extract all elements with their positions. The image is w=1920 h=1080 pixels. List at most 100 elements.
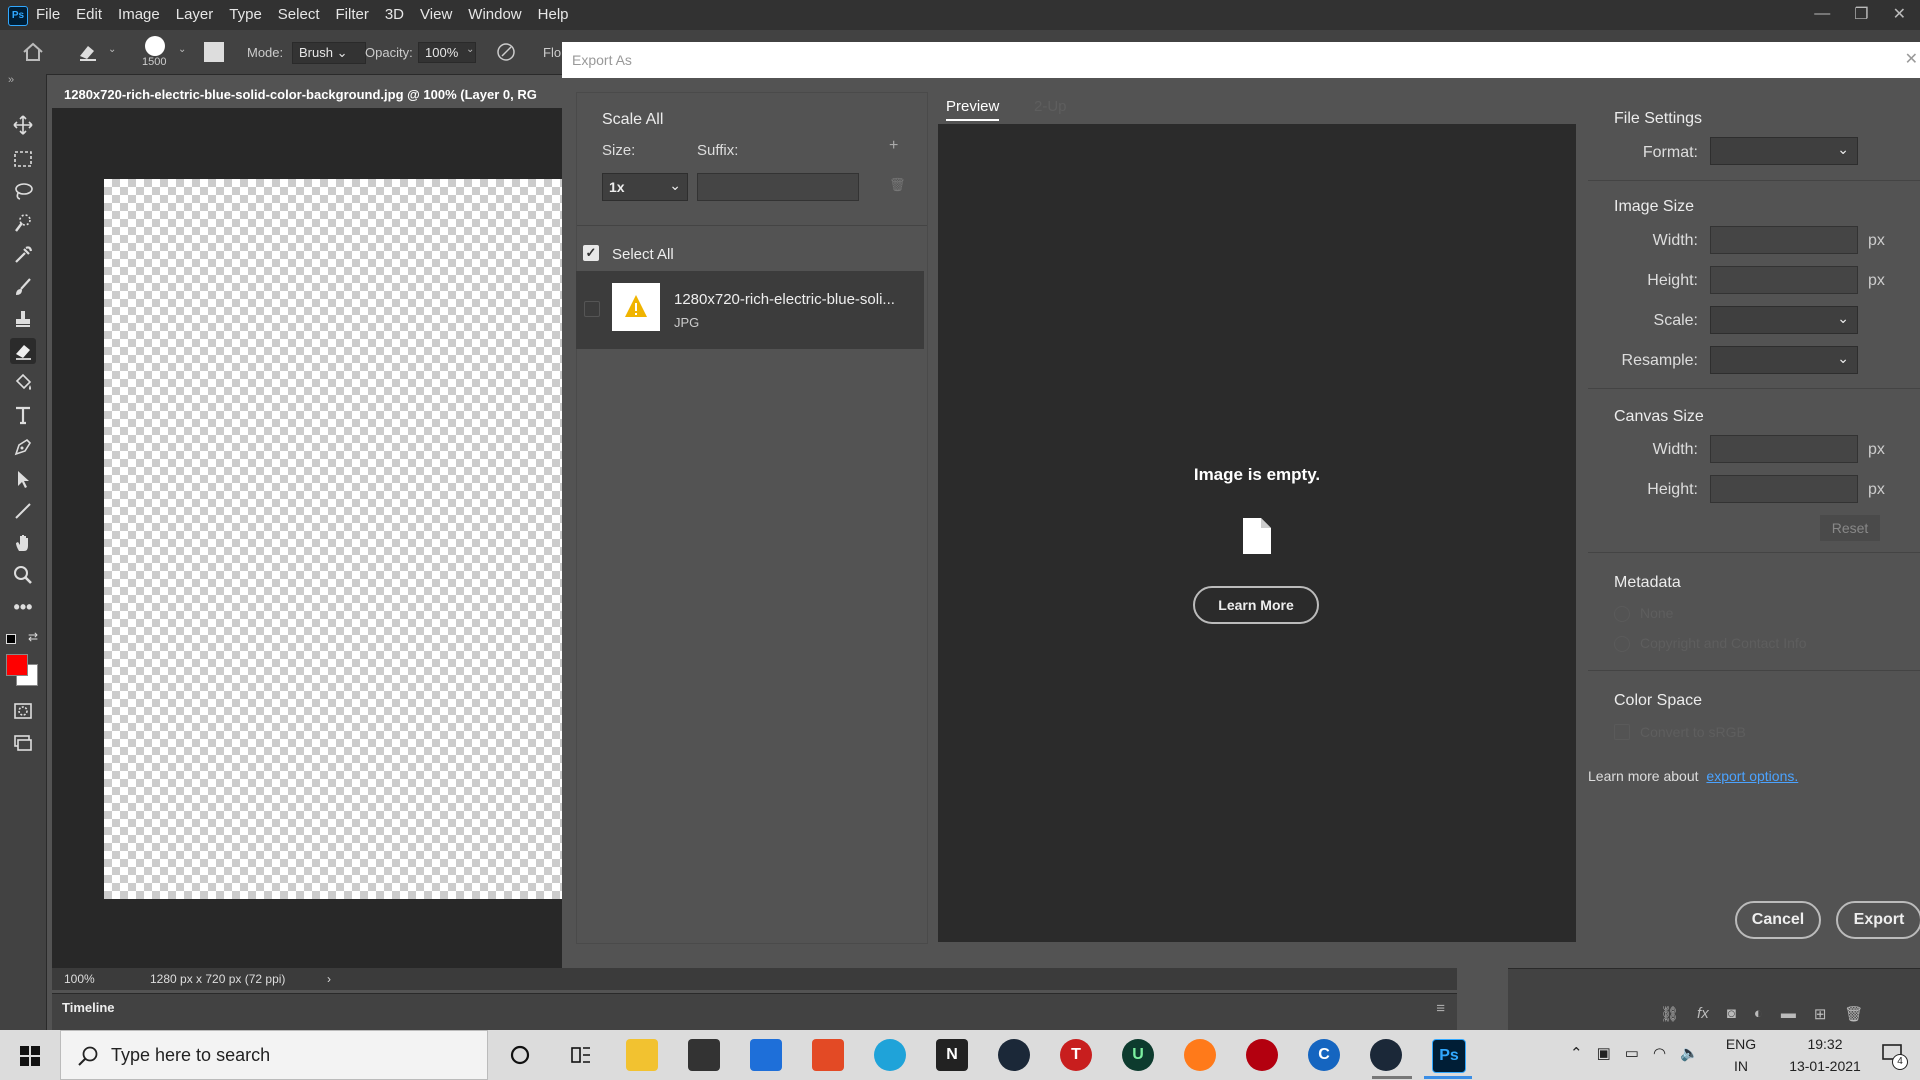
menu-window[interactable]: Window — [468, 0, 521, 30]
paint-bucket-tool-icon[interactable] — [10, 370, 36, 396]
suffix-input[interactable] — [697, 173, 859, 201]
cortana-icon[interactable] — [504, 1039, 536, 1071]
menu-3d[interactable]: 3D — [385, 0, 404, 30]
format-dropdown[interactable]: ⌄ — [1710, 137, 1858, 165]
eraser-tool-icon[interactable] — [10, 338, 36, 364]
select-all-checkbox[interactable]: ✓ — [583, 245, 599, 261]
brush-preview-icon[interactable] — [145, 36, 165, 56]
add-scale-icon[interactable]: + — [889, 137, 898, 155]
default-colors-icon[interactable] — [6, 634, 16, 644]
upwork-icon[interactable]: U — [1122, 1039, 1154, 1071]
foreground-color-swatch[interactable] — [6, 654, 28, 676]
pen-tool-icon[interactable] — [10, 434, 36, 460]
app-t-icon[interactable]: T — [1060, 1039, 1092, 1071]
menu-layer[interactable]: Layer — [176, 0, 214, 30]
firefox-icon[interactable] — [1184, 1039, 1216, 1071]
quick-mask-icon[interactable] — [10, 698, 36, 724]
metadata-none-radio[interactable] — [1614, 606, 1630, 622]
taskbar-search-box[interactable]: Type here to search — [60, 1030, 488, 1080]
menu-help[interactable]: Help — [538, 0, 569, 30]
chevron-right-icon[interactable]: › — [327, 968, 331, 990]
width-input[interactable] — [1710, 226, 1858, 254]
tab-preview[interactable]: Preview — [946, 98, 1000, 121]
clock[interactable]: 19:32 13-01-2021 — [1770, 1036, 1880, 1074]
trash-icon[interactable]: 🗑 — [889, 177, 906, 193]
restore-icon[interactable]: ❐ — [1854, 4, 1868, 24]
zoom-tool-icon[interactable] — [10, 562, 36, 588]
transparent-canvas[interactable] — [104, 179, 564, 899]
type-tool-icon[interactable] — [10, 402, 36, 428]
stamp-tool-icon[interactable] — [10, 306, 36, 332]
steam-icon[interactable] — [998, 1039, 1030, 1071]
office-icon[interactable] — [812, 1039, 844, 1071]
lasso-tool-icon[interactable] — [10, 178, 36, 204]
chevron-down-icon[interactable]: ⌄ — [466, 44, 474, 55]
battery-icon[interactable]: ▭ — [1625, 1044, 1639, 1062]
task-view-icon[interactable] — [565, 1039, 597, 1071]
menu-select[interactable]: Select — [278, 0, 320, 30]
layer-mask-icon[interactable]: ◙ — [1727, 1005, 1736, 1023]
reset-button[interactable]: Reset — [1820, 515, 1880, 541]
file-explorer-icon[interactable] — [626, 1039, 658, 1071]
menu-filter[interactable]: Filter — [336, 0, 369, 30]
eraser-tool-preset-icon[interactable] — [76, 42, 100, 62]
path-selection-tool-icon[interactable] — [10, 466, 36, 492]
cloud-app-icon[interactable]: C — [1308, 1039, 1340, 1071]
notification-icon[interactable]: 4 — [1882, 1044, 1908, 1070]
quick-selection-tool-icon[interactable] — [10, 210, 36, 236]
new-layer-icon[interactable]: ⊞ — [1814, 1005, 1827, 1023]
resample-dropdown[interactable]: ⌄ — [1710, 346, 1858, 374]
notion-icon[interactable]: N — [936, 1039, 968, 1071]
zoom-level[interactable]: 100% — [64, 968, 95, 990]
canvas-height-input[interactable] — [1710, 475, 1858, 503]
game-app-icon[interactable] — [1246, 1039, 1278, 1071]
file-list-item[interactable]: 1280x720-rich-electric-blue-soli... JPG — [576, 271, 924, 349]
brush-settings-icon[interactable] — [204, 42, 224, 62]
airbrush-icon[interactable] — [496, 42, 516, 62]
scale-dropdown[interactable]: ⌄ — [1710, 306, 1858, 334]
language-indicator[interactable]: ENG IN — [1724, 1036, 1758, 1074]
chevron-up-icon[interactable]: ⌃ — [1570, 1044, 1583, 1062]
menu-edit[interactable]: Edit — [76, 0, 102, 30]
panel-menu-icon[interactable]: ≡ — [1436, 1000, 1445, 1017]
export-options-link[interactable]: export options. — [1706, 768, 1798, 784]
mail-icon[interactable] — [750, 1039, 782, 1071]
minimize-icon[interactable]: — — [1814, 5, 1830, 23]
line-tool-icon[interactable] — [10, 498, 36, 524]
file-checkbox[interactable] — [584, 301, 600, 317]
close-window-icon[interactable]: ✕ — [1893, 4, 1906, 24]
group-folder-icon[interactable]: ▬ — [1781, 1005, 1796, 1023]
home-icon[interactable] — [22, 42, 44, 62]
device-icon[interactable]: ▣ — [1597, 1044, 1611, 1062]
menu-type[interactable]: Type — [229, 0, 262, 30]
chevron-down-icon[interactable]: ⌄ — [108, 44, 116, 55]
height-input[interactable] — [1710, 266, 1858, 294]
screen-mode-icon[interactable] — [10, 730, 36, 756]
size-dropdown[interactable]: 1x ⌄ — [602, 173, 688, 201]
windows-start-icon[interactable] — [20, 1046, 40, 1066]
marquee-tool-icon[interactable] — [10, 146, 36, 172]
metadata-copyright-radio[interactable] — [1614, 636, 1630, 652]
menu-image[interactable]: Image — [118, 0, 160, 30]
steam-icon-2[interactable] — [1370, 1039, 1402, 1071]
link-layers-icon[interactable]: ⛓ — [1660, 1005, 1679, 1023]
convert-srgb-checkbox[interactable] — [1614, 724, 1630, 740]
wifi-icon[interactable]: ◠ — [1653, 1044, 1666, 1062]
export-button[interactable]: Export — [1836, 901, 1920, 939]
close-dialog-icon[interactable]: ✕ — [1905, 42, 1918, 78]
menu-file[interactable]: File — [36, 0, 60, 30]
timeline-tab[interactable]: Timeline — [62, 1000, 115, 1015]
cancel-button[interactable]: Cancel — [1735, 901, 1821, 939]
hand-tool-icon[interactable] — [10, 530, 36, 556]
learn-more-button[interactable]: Learn More — [1193, 586, 1319, 624]
eyedropper-tool-icon[interactable] — [10, 242, 36, 268]
edge-icon[interactable] — [874, 1039, 906, 1071]
menu-view[interactable]: View — [420, 0, 452, 30]
volume-icon[interactable]: 🔈 — [1680, 1044, 1699, 1062]
more-tools-icon[interactable]: ••• — [10, 594, 36, 620]
brush-tool-icon[interactable] — [10, 274, 36, 300]
tab-2up[interactable]: 2-Up — [1034, 98, 1067, 115]
chevron-down-icon[interactable]: ⌄ — [178, 44, 186, 55]
move-tool-icon[interactable] — [10, 112, 36, 138]
swap-colors-icon[interactable]: ⇄ — [28, 630, 38, 644]
